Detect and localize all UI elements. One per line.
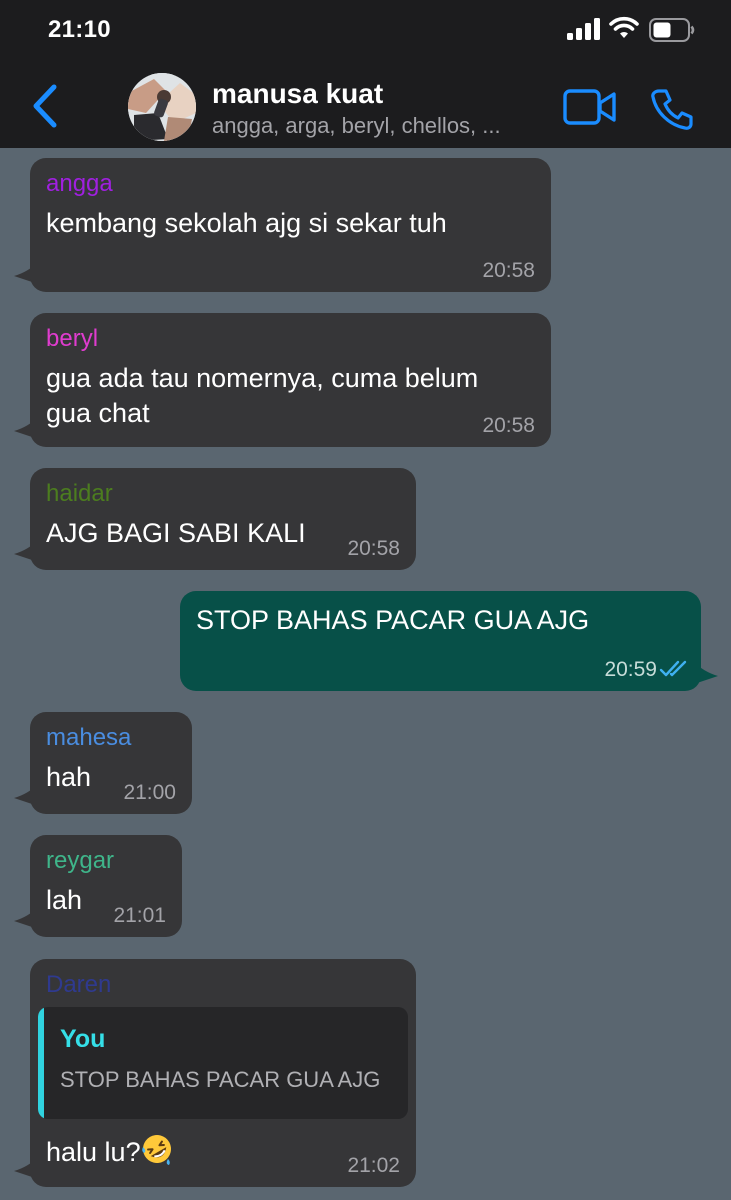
back-button[interactable]	[30, 84, 60, 128]
read-receipt-icon	[659, 659, 691, 684]
chat-participants[interactable]: angga, arga, beryl, chellos, ...	[212, 113, 542, 139]
message-time: 21:02	[347, 1154, 400, 1177]
wifi-icon	[609, 16, 639, 45]
sender-name: mahesa	[46, 724, 132, 751]
message-bubble[interactable]: angga kembang sekolah ajg si sekar tuh 2…	[30, 158, 551, 292]
message-text-line: gua ada tau nomernya, cuma belum	[46, 363, 479, 393]
message-time: 20:58	[482, 259, 535, 282]
status-icons	[567, 16, 697, 47]
rofl-emoji-icon	[141, 1133, 173, 1174]
video-call-button[interactable]	[563, 89, 617, 130]
message-time: 20:59	[604, 658, 657, 681]
message-bubble[interactable]: Daren You STOP BAHAS PACAR GUA AJG halu …	[30, 959, 416, 1187]
chevron-left-icon	[33, 84, 57, 128]
voice-call-button[interactable]	[651, 88, 693, 135]
sender-name: angga	[46, 170, 113, 197]
message-text-row: halu lu?	[46, 1133, 173, 1174]
message-time: 20:58	[482, 414, 535, 437]
group-avatar[interactable]	[128, 73, 196, 141]
quote-author: You	[60, 1025, 106, 1053]
chat-header: 21:10 manusa kuat angga, arga, beryl, ch…	[0, 0, 731, 148]
message-text: kembang sekolah ajg si sekar tuh	[46, 208, 447, 238]
message-text: hah	[46, 762, 92, 792]
battery-icon	[649, 18, 695, 47]
message-text: STOP BAHAS PACAR GUA AJG	[196, 605, 590, 635]
status-time: 21:10	[48, 16, 111, 43]
chat-title[interactable]: manusa kuat	[212, 78, 383, 110]
sender-name: beryl	[46, 325, 99, 352]
message-text: AJG BAGI SABI KALI	[46, 518, 306, 548]
outgoing-message-bubble[interactable]: STOP BAHAS PACAR GUA AJG 20:59	[180, 591, 701, 691]
quote-text: STOP BAHAS PACAR GUA AJG	[60, 1067, 381, 1092]
quoted-reply[interactable]: You STOP BAHAS PACAR GUA AJG	[38, 1007, 408, 1119]
message-bubble[interactable]: reygar lah 21:01	[30, 835, 182, 937]
message-time: 21:01	[113, 904, 166, 927]
message-time: 21:00	[123, 781, 176, 804]
quote-accent-bar	[38, 1007, 44, 1119]
signal-icon	[567, 18, 601, 45]
message-bubble[interactable]: haidar AJG BAGI SABI KALI 20:58	[30, 468, 416, 570]
message-bubble[interactable]: beryl gua ada tau nomernya, cuma belum g…	[30, 313, 551, 447]
sender-name: Daren	[46, 971, 112, 998]
message-text: lah	[46, 885, 83, 915]
sender-name: haidar	[46, 480, 113, 507]
message-text: halu lu?	[46, 1137, 141, 1167]
message-bubble[interactable]: mahesa hah 21:00	[30, 712, 192, 814]
sender-name: reygar	[46, 847, 115, 874]
phone-icon	[651, 89, 693, 130]
message-text-line: gua chat	[46, 398, 150, 428]
message-time: 20:58	[347, 537, 400, 560]
video-camera-icon	[563, 89, 616, 125]
